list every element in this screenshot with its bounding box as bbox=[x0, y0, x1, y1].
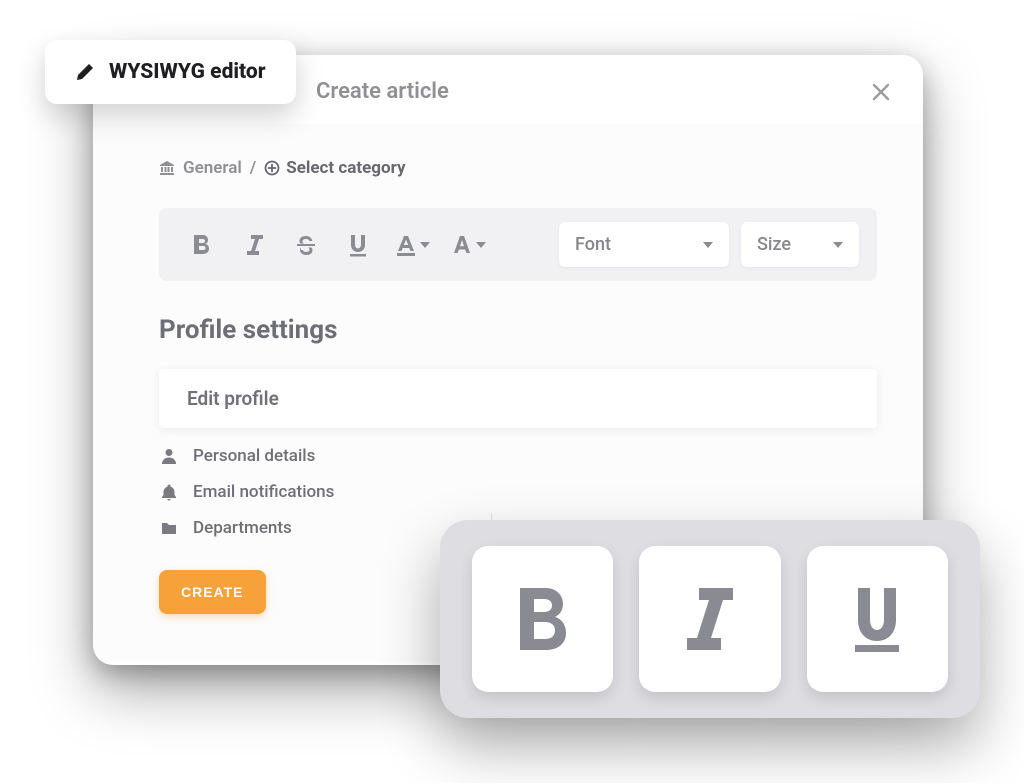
chevron-down-icon bbox=[703, 242, 713, 248]
font-size-button[interactable] bbox=[441, 225, 495, 265]
underline-icon bbox=[848, 584, 906, 654]
feature-tag-label: WYSIWYG editor bbox=[109, 60, 266, 84]
feature-tag: WYSIWYG editor bbox=[45, 40, 296, 104]
chevron-down-icon bbox=[476, 242, 486, 248]
underline-button[interactable] bbox=[333, 225, 383, 265]
folder-icon bbox=[159, 519, 179, 537]
sidebar-item-label: Email notifications bbox=[193, 482, 334, 502]
breadcrumb-root[interactable]: General bbox=[183, 158, 242, 178]
bank-icon bbox=[159, 160, 175, 176]
biu-panel bbox=[440, 520, 980, 718]
size-select-label: Size bbox=[757, 234, 791, 255]
sidebar-item-label: Personal details bbox=[193, 446, 315, 466]
bell-icon bbox=[159, 483, 179, 501]
person-icon bbox=[159, 447, 179, 465]
close-icon bbox=[872, 83, 890, 101]
bold-button[interactable] bbox=[177, 225, 227, 265]
select-category-label: Select category bbox=[286, 158, 405, 178]
chevron-down-icon bbox=[420, 242, 430, 248]
strikethrough-button[interactable] bbox=[281, 225, 331, 265]
pencil-icon bbox=[75, 62, 95, 82]
italic-button[interactable] bbox=[229, 225, 279, 265]
strikethrough-icon bbox=[294, 233, 318, 257]
italic-icon bbox=[243, 233, 265, 257]
sidebar-item-label: Departments bbox=[193, 518, 292, 538]
create-button-label: CREATE bbox=[181, 584, 244, 600]
italic-icon bbox=[681, 584, 739, 654]
formatting-toolbar: Font Size bbox=[159, 208, 877, 281]
chevron-down-icon bbox=[833, 242, 843, 248]
font-color-button[interactable] bbox=[385, 225, 439, 265]
bold-icon bbox=[191, 233, 213, 257]
bold-icon bbox=[514, 584, 572, 654]
breadcrumb: General / Select category bbox=[159, 158, 877, 178]
section-heading: Profile settings bbox=[159, 315, 877, 345]
edit-profile-label: Edit profile bbox=[187, 387, 279, 410]
sidebar-item-email-notifications[interactable]: Email notifications bbox=[159, 482, 877, 502]
page-title: Create article bbox=[316, 79, 449, 104]
plus-circle-icon bbox=[264, 160, 280, 176]
underline-icon bbox=[347, 233, 369, 257]
select-category-link[interactable]: Select category bbox=[264, 158, 405, 178]
create-button[interactable]: CREATE bbox=[159, 570, 266, 614]
underline-card[interactable] bbox=[807, 546, 948, 692]
font-color-icon bbox=[394, 233, 418, 257]
breadcrumb-separator: / bbox=[250, 158, 256, 178]
font-size-icon bbox=[450, 233, 474, 257]
sidebar-item-personal-details[interactable]: Personal details bbox=[159, 446, 877, 466]
edit-profile-row[interactable]: Edit profile bbox=[159, 369, 877, 428]
bold-card[interactable] bbox=[472, 546, 613, 692]
size-select[interactable]: Size bbox=[741, 222, 859, 267]
font-select-label: Font bbox=[575, 234, 611, 255]
font-select[interactable]: Font bbox=[559, 222, 729, 267]
close-button[interactable] bbox=[869, 80, 893, 104]
italic-card[interactable] bbox=[639, 546, 780, 692]
